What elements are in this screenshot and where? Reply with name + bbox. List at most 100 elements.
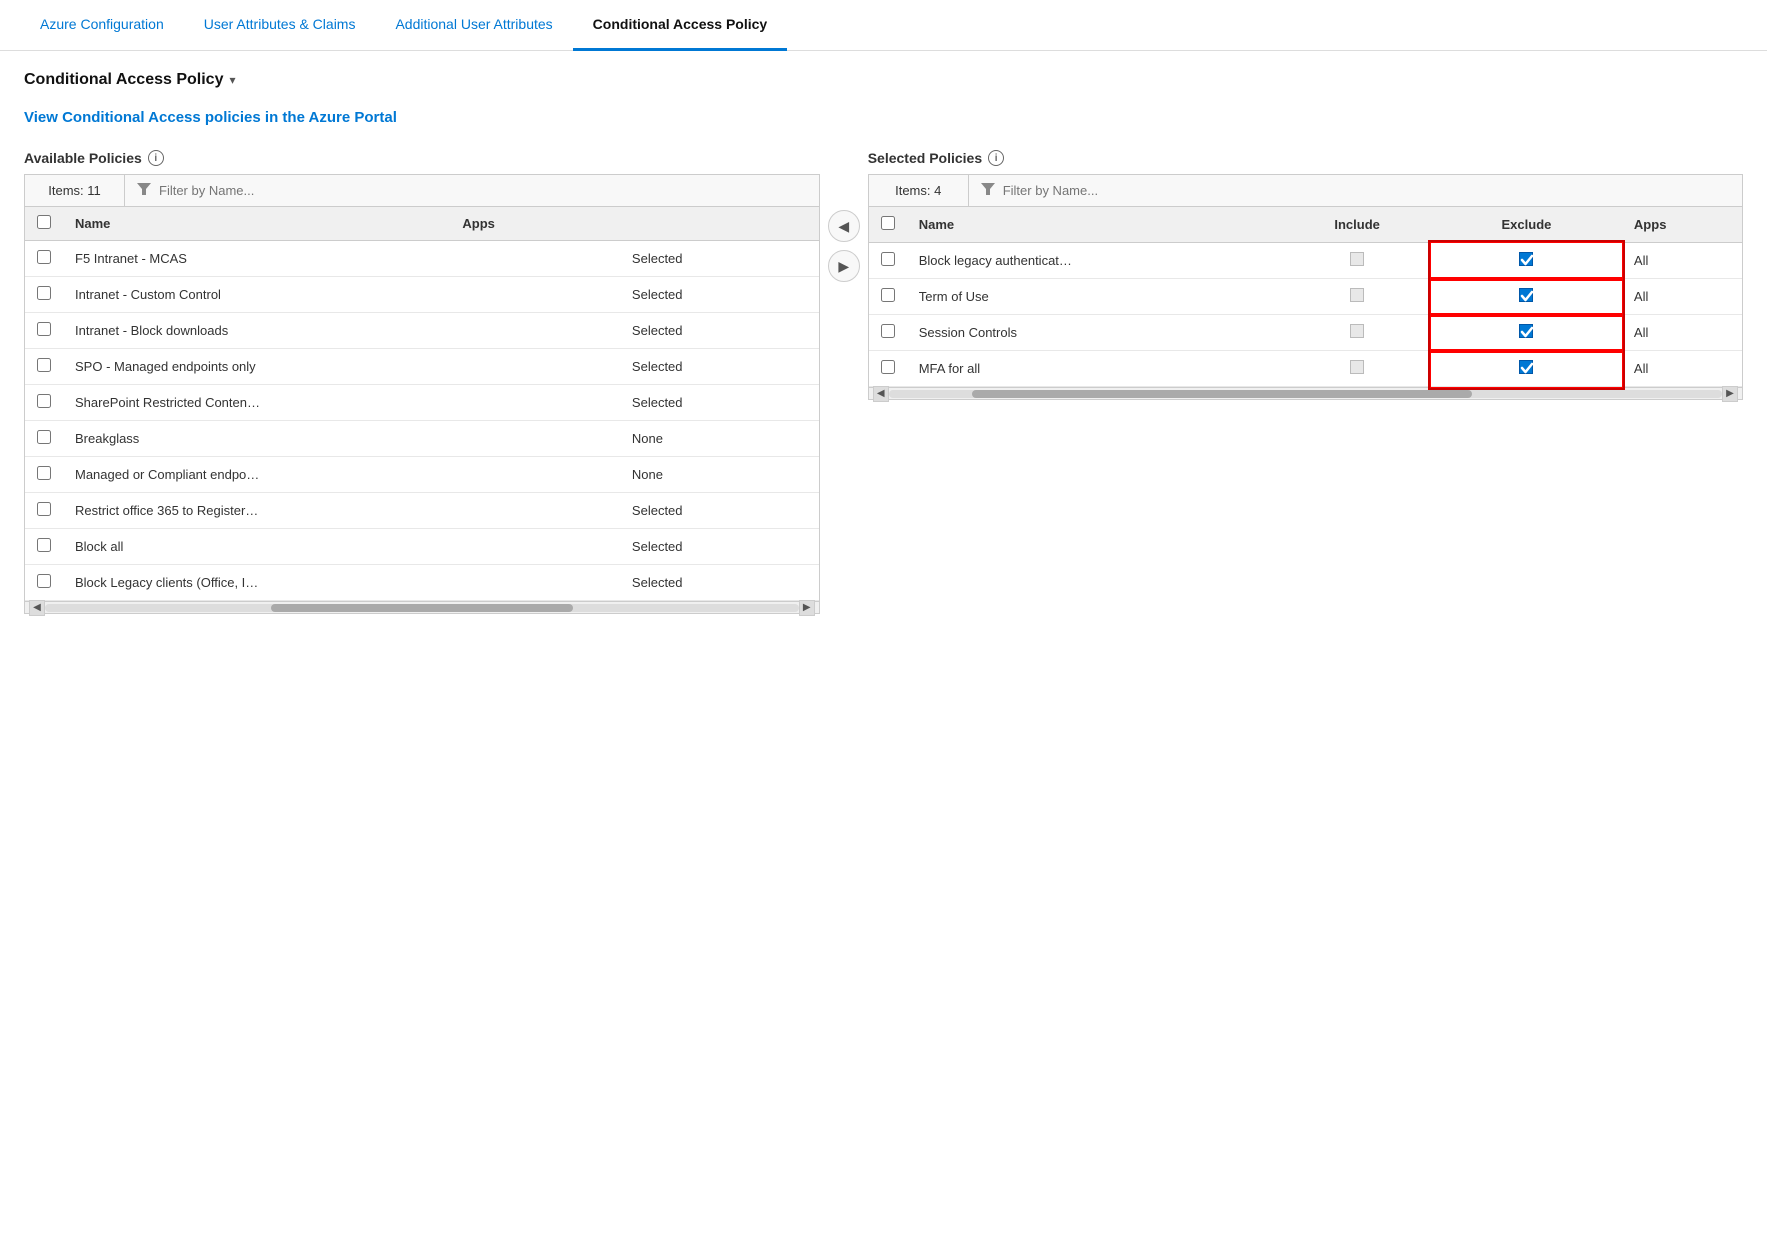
available-data-table: F5 Intranet - MCAS Selected Intranet - C… [25, 241, 819, 601]
selected-filter-icon [981, 182, 995, 199]
include-checkbox[interactable] [1350, 324, 1364, 338]
available-info-icon[interactable]: i [148, 150, 164, 166]
selected-row-checkbox[interactable] [881, 252, 895, 266]
exclude-checkbox[interactable] [1519, 252, 1533, 266]
selected-row-exclude[interactable] [1431, 279, 1622, 315]
available-col-apps: Apps [450, 207, 818, 241]
tab-azure-config[interactable]: Azure Configuration [20, 0, 184, 51]
azure-portal-link[interactable]: View Conditional Access policies in the … [24, 109, 397, 126]
available-row-checkbox-cell [25, 241, 63, 277]
selected-row-checkbox[interactable] [881, 288, 895, 302]
available-row-checkbox[interactable] [37, 358, 51, 372]
available-scroll-thumb [271, 604, 572, 612]
selected-scroll-left[interactable]: ◀ [873, 386, 889, 402]
panels-row: Available Policies i Items: 11 [24, 150, 1743, 614]
available-table-row: F5 Intranet - MCAS Selected [25, 241, 819, 277]
selected-scroll-right[interactable]: ▶ [1722, 386, 1738, 402]
available-row-name: SPO - Managed endpoints only [63, 349, 620, 385]
selected-row-checkbox[interactable] [881, 324, 895, 338]
selected-scroll-track[interactable] [889, 390, 1722, 398]
exclude-checkbox[interactable] [1519, 360, 1533, 374]
transfer-left-button[interactable]: ◀ [828, 210, 860, 242]
available-header-checkbox [25, 207, 63, 241]
available-row-apps: None [620, 421, 819, 457]
available-row-checkbox-cell [25, 277, 63, 313]
available-row-checkbox-cell [25, 421, 63, 457]
available-row-apps: Selected [620, 493, 819, 529]
selected-header-checkbox [869, 207, 907, 243]
selected-panel-label: Selected Policies i [868, 150, 1743, 166]
available-row-checkbox[interactable] [37, 250, 51, 264]
available-filter-input[interactable] [159, 183, 807, 198]
available-row-checkbox[interactable] [37, 502, 51, 516]
available-scroll-right[interactable]: ▶ [799, 600, 815, 616]
selected-row-checkbox-cell [869, 279, 907, 315]
available-table-header: Name Apps [25, 207, 819, 241]
selected-row-name: Term of Use [907, 279, 1284, 315]
selected-items-count: Items: 4 [869, 175, 969, 206]
selected-row-checkbox[interactable] [881, 360, 895, 374]
available-panel: Items: 11 [24, 174, 820, 614]
available-row-checkbox[interactable] [37, 466, 51, 480]
available-row-checkbox-cell [25, 493, 63, 529]
available-row-apps: Selected [620, 565, 819, 601]
available-scroll-left[interactable]: ◀ [29, 600, 45, 616]
available-row-name: SharePoint Restricted Conten… [63, 385, 620, 421]
available-table: Name Apps [25, 207, 819, 241]
exclude-checkbox[interactable] [1519, 324, 1533, 338]
available-row-checkbox[interactable] [37, 286, 51, 300]
tab-conditional-access[interactable]: Conditional Access Policy [573, 0, 788, 51]
selected-panel: Items: 4 [868, 174, 1743, 400]
selected-row-name: MFA for all [907, 351, 1284, 387]
available-select-all-checkbox[interactable] [37, 215, 51, 229]
selected-row-include[interactable] [1283, 279, 1431, 315]
available-row-checkbox[interactable] [37, 394, 51, 408]
available-scroll-track[interactable] [45, 604, 799, 612]
selected-select-all-checkbox[interactable] [881, 216, 895, 230]
tab-additional-user[interactable]: Additional User Attributes [375, 0, 572, 51]
available-row-checkbox-cell [25, 385, 63, 421]
available-row-checkbox[interactable] [37, 574, 51, 588]
selected-row-include[interactable] [1283, 351, 1431, 387]
selected-row-include[interactable] [1283, 315, 1431, 351]
available-row-name: F5 Intranet - MCAS [63, 241, 620, 277]
available-table-row: Restrict office 365 to Register… Selecte… [25, 493, 819, 529]
available-table-container: Name Apps F5 Intranet - MCAS Selected In… [25, 207, 819, 601]
selected-table-el: Name Include Exclude Apps Block legacy a… [869, 207, 1742, 387]
available-table-row: Intranet - Custom Control Selected [25, 277, 819, 313]
section-title: Conditional Access Policy [24, 71, 223, 89]
selected-row-exclude[interactable] [1431, 351, 1622, 387]
selected-row-exclude[interactable] [1431, 243, 1622, 279]
available-table-row: Block Legacy clients (Office, I… Selecte… [25, 565, 819, 601]
available-row-checkbox[interactable] [37, 538, 51, 552]
selected-scrollbar[interactable]: ◀ ▶ [869, 387, 1742, 399]
available-row-checkbox[interactable] [37, 430, 51, 444]
section-dropdown-arrow[interactable]: ▾ [229, 73, 235, 87]
selected-row-include[interactable] [1283, 243, 1431, 279]
selected-filter-input[interactable] [1003, 183, 1730, 198]
selected-col-include: Include [1283, 207, 1431, 243]
available-row-apps: None [620, 457, 819, 493]
available-row-checkbox[interactable] [37, 322, 51, 336]
transfer-right-button[interactable]: ▶ [828, 250, 860, 282]
available-filter-area [125, 176, 819, 205]
selected-row-apps: All [1622, 351, 1742, 387]
available-table-row: Breakglass None [25, 421, 819, 457]
selected-table-header: Name Include Exclude Apps [869, 207, 1742, 243]
available-table-row: Intranet - Block downloads Selected [25, 313, 819, 349]
selected-row-exclude[interactable] [1431, 315, 1622, 351]
selected-table-row: Block legacy authenticat… All [869, 243, 1742, 279]
selected-info-icon[interactable]: i [988, 150, 1004, 166]
exclude-checkbox[interactable] [1519, 288, 1533, 302]
available-row-apps: Selected [620, 277, 819, 313]
available-row-name: Block all [63, 529, 620, 565]
include-checkbox[interactable] [1350, 252, 1364, 266]
tab-user-attributes[interactable]: User Attributes & Claims [184, 0, 376, 51]
transfer-buttons: ◀ ▶ [820, 150, 868, 282]
selected-row-checkbox-cell [869, 351, 907, 387]
include-checkbox[interactable] [1350, 360, 1364, 374]
available-scrollbar[interactable]: ◀ ▶ [25, 601, 819, 613]
include-checkbox[interactable] [1350, 288, 1364, 302]
available-row-checkbox-cell [25, 313, 63, 349]
available-toolbar: Items: 11 [25, 175, 819, 207]
